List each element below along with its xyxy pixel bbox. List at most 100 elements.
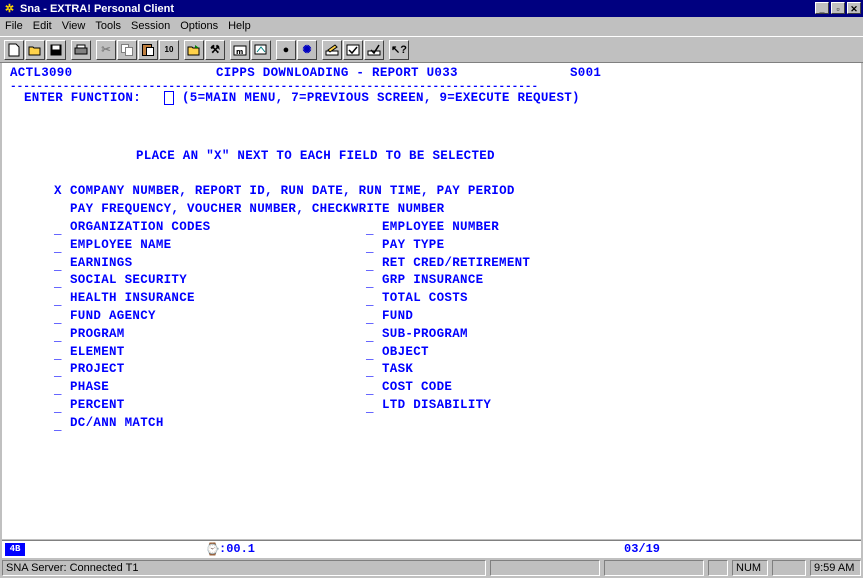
menu-view[interactable]: View — [57, 20, 91, 32]
edit-macro-icon[interactable] — [322, 39, 342, 60]
menu-bar: File Edit View Tools Session Options Hel… — [0, 17, 863, 34]
title-bar: ✲ Sna - EXTRA! Personal Client _ ▫ ✕ — [0, 0, 863, 17]
left-field-select-7[interactable]: _ — [54, 347, 62, 363]
minimize-button[interactable]: _ — [815, 2, 829, 14]
right-field-select-7[interactable]: _ — [366, 347, 374, 363]
options-icon[interactable] — [364, 39, 384, 60]
clock-time: 9:59 AM — [810, 560, 861, 576]
transfer-icon[interactable] — [251, 39, 271, 60]
open-folder-icon[interactable] — [25, 39, 45, 60]
function-hint: (5=MAIN MENU, 7=PREVIOUS SCREEN, 9=EXECU… — [182, 91, 580, 105]
left-field-select-10[interactable]: _ — [54, 400, 62, 416]
left-field-select-3[interactable]: _ — [54, 275, 62, 291]
left-field-label: DC/ANN MATCH — [70, 415, 164, 430]
left-field-label: EMPLOYEE NAME — [70, 237, 172, 252]
right-field-label: COST CODE — [382, 380, 453, 395]
status-panel-4 — [708, 560, 728, 576]
checkmark-icon[interactable] — [343, 39, 363, 60]
left-field-label: PROGRAM — [70, 326, 125, 341]
left-field-label: ORGANIZATION CODES — [70, 220, 211, 234]
function-label: ENTER FUNCTION: — [24, 91, 142, 105]
left-field-select-6[interactable]: _ — [54, 329, 62, 345]
maximize-button[interactable]: ▫ — [831, 2, 845, 14]
cut-icon[interactable]: ✂ — [96, 39, 116, 60]
close-button[interactable]: ✕ — [847, 2, 861, 14]
left-field-select-11[interactable]: _ — [54, 418, 62, 434]
macro-icon[interactable]: m — [230, 39, 250, 60]
cursor-position: 03/19 — [624, 542, 661, 556]
status-bar: SNA Server: Connected T1 NUM 9:59 AM — [0, 558, 863, 578]
default-fields-line1: COMPANY NUMBER, REPORT ID, RUN DATE, RUN… — [70, 184, 515, 198]
menu-edit[interactable]: Edit — [28, 20, 57, 32]
right-field-label: FUND — [382, 309, 414, 323]
svg-text:m: m — [236, 48, 243, 56]
right-field-select-2[interactable]: _ — [366, 258, 374, 274]
menu-options[interactable]: Options — [175, 20, 223, 32]
left-field-label: EARNINGS — [70, 255, 133, 270]
function-input[interactable] — [164, 91, 174, 105]
left-field-label: PERCENT — [70, 398, 125, 412]
left-field-select-9[interactable]: _ — [54, 382, 62, 398]
right-field-select-0[interactable]: _ — [366, 222, 374, 238]
left-field-label: PROJECT — [70, 362, 125, 377]
left-field-select-4[interactable]: _ — [54, 293, 62, 309]
right-field-select-3[interactable]: _ — [366, 275, 374, 291]
menu-file[interactable]: File — [0, 20, 28, 32]
left-field-label: PHASE — [70, 380, 110, 395]
session-settings-icon[interactable]: 10 — [159, 39, 179, 60]
menu-session[interactable]: Session — [126, 20, 175, 32]
status-panel-3 — [604, 560, 704, 576]
help-icon[interactable]: ↖? — [389, 39, 409, 60]
right-field-label: GRP INSURANCE — [382, 273, 484, 288]
right-field-label: TOTAL COSTS — [382, 291, 468, 306]
window-controls: _ ▫ ✕ — [815, 2, 861, 14]
tools-icon[interactable]: ⚒ — [205, 39, 225, 60]
right-field-label: TASK — [382, 362, 414, 377]
left-field-select-2[interactable]: _ — [54, 258, 62, 274]
left-field-label: SOCIAL SECURITY — [70, 273, 188, 288]
terminal-screen[interactable]: ACTL3090 CIPPS DOWNLOADING - REPORT U033… — [2, 63, 861, 539]
right-field-label: RET CRED/RETIREMENT — [382, 255, 531, 270]
toolbar: ✂ 10 ⚒ m ● ✺ ↖? — [0, 36, 863, 63]
right-field-select-1[interactable]: _ — [366, 240, 374, 256]
operator-info-area: 4B ⌚ :00.1 03/19 — [2, 540, 861, 558]
instruction-text: PLACE AN "X" NEXT TO EACH FIELD TO BE SE… — [136, 149, 495, 163]
right-field-label: OBJECT — [382, 344, 429, 359]
right-field-select-6[interactable]: _ — [366, 329, 374, 345]
screen-id: S001 — [570, 66, 602, 80]
new-icon[interactable] — [4, 39, 24, 60]
print-icon[interactable] — [71, 39, 91, 60]
right-field-label: PAY TYPE — [382, 237, 445, 252]
right-field-select-4[interactable]: _ — [366, 293, 374, 309]
left-field-select-8[interactable]: _ — [54, 364, 62, 380]
paste-icon[interactable] — [138, 39, 158, 60]
default-fields-line2: PAY FREQUENCY, VOUCHER NUMBER, CHECKWRIT… — [70, 202, 445, 216]
menu-tools[interactable]: Tools — [90, 20, 126, 32]
save-icon[interactable] — [46, 39, 66, 60]
connection-status: SNA Server: Connected T1 — [2, 560, 486, 576]
connect-icon[interactable]: ✺ — [297, 39, 317, 60]
session-indicator: 4B — [5, 543, 25, 556]
record-macro-icon[interactable]: ● — [276, 39, 296, 60]
left-field-label: FUND AGENCY — [70, 309, 156, 323]
right-field-label: LTD DISABILITY — [382, 398, 492, 412]
right-field-label: SUB-PROGRAM — [382, 326, 468, 341]
left-field-select-5[interactable]: _ — [54, 311, 62, 327]
copy-icon[interactable] — [117, 39, 137, 60]
right-field-select-5[interactable]: _ — [366, 311, 374, 327]
response-timer: :00.1 — [219, 542, 256, 556]
clock-icon: ⌚ — [205, 543, 220, 557]
left-field-select-1[interactable]: _ — [54, 240, 62, 256]
open-session-icon[interactable] — [184, 39, 204, 60]
left-field-label: ELEMENT — [70, 344, 125, 359]
status-panel-2 — [490, 560, 600, 576]
left-field-select-0[interactable]: _ — [54, 222, 62, 238]
status-panel-6 — [772, 560, 806, 576]
right-field-select-10[interactable]: _ — [366, 400, 374, 416]
default-mark: X — [54, 184, 62, 198]
right-field-select-9[interactable]: _ — [366, 382, 374, 398]
right-field-select-8[interactable]: _ — [366, 364, 374, 380]
left-field-label: HEALTH INSURANCE — [70, 291, 195, 306]
extra-app-icon[interactable]: ✲ — [3, 2, 16, 15]
menu-help[interactable]: Help — [223, 20, 256, 32]
